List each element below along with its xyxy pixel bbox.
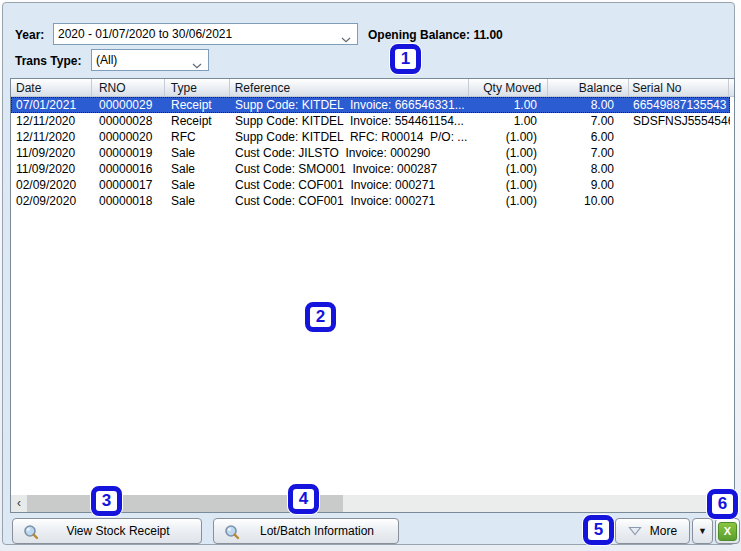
cell-serial-no xyxy=(630,177,730,193)
cell-date: 12/11/2020 xyxy=(11,113,92,129)
cell-type: Sale xyxy=(165,145,230,161)
cell-date: 11/09/2020 xyxy=(11,161,92,177)
table-row[interactable]: 02/09/202000000018SaleCust Code: COF001 … xyxy=(11,193,730,209)
cell-qty-moved: (1.00) xyxy=(470,129,549,145)
table-row[interactable]: 02/09/202000000017SaleCust Code: COF001 … xyxy=(11,177,730,193)
transactions-table: DateRNOTypeReferenceQty MovedBalanceSeri… xyxy=(10,78,735,513)
annotation-badge-4: 4 xyxy=(288,484,319,514)
cell-qty-moved: (1.00) xyxy=(470,193,549,209)
more-label: More xyxy=(650,524,677,538)
cell-reference: Cust Code: COF001 Invoice: 000271 xyxy=(230,177,470,193)
cell-balance: 10.00 xyxy=(549,193,630,209)
opening-balance-label: Opening Balance: xyxy=(368,28,470,42)
column-header-qty-moved[interactable]: Qty Moved xyxy=(469,79,548,96)
cell-rno: 00000018 xyxy=(92,193,165,209)
cell-qty-moved: (1.00) xyxy=(470,145,549,161)
table-header: DateRNOTypeReferenceQty MovedBalanceSeri… xyxy=(11,79,734,97)
cell-reference: Supp Code: KITDEL Invoice: 554461154... xyxy=(230,113,470,129)
cell-rno: 00000019 xyxy=(92,145,165,161)
cell-date: 02/09/2020 xyxy=(11,177,92,193)
cell-serial-no: 66549887135543 xyxy=(630,97,730,113)
year-dropdown-value: 2020 - 01/07/2020 to 30/06/2021 xyxy=(58,27,232,41)
cell-reference: Supp Code: KITDEL Invoice: 666546331... xyxy=(230,97,470,113)
cell-rno: 00000028 xyxy=(92,113,165,129)
cell-serial-no xyxy=(630,161,730,177)
view-stock-receipt-button[interactable]: View Stock Receipt xyxy=(12,518,202,544)
caret-down-icon: ▼ xyxy=(698,526,707,536)
cell-rno: 00000020 xyxy=(92,129,165,145)
cell-qty-moved: (1.00) xyxy=(470,177,549,193)
column-header-rno[interactable]: RNO xyxy=(92,79,165,96)
table-row[interactable]: 07/01/202100000029ReceiptSupp Code: KITD… xyxy=(11,97,730,113)
cell-type: Sale xyxy=(165,161,230,177)
column-header-balance[interactable]: Balance xyxy=(548,79,629,96)
column-header-filler xyxy=(729,79,734,96)
magnifier-icon xyxy=(224,524,240,543)
cell-qty-moved: 1.00 xyxy=(470,113,549,129)
cell-date: 07/01/2021 xyxy=(11,97,92,113)
scroll-left-button[interactable]: ‹ xyxy=(11,495,27,512)
annotation-badge-5: 5 xyxy=(583,515,614,545)
cell-balance: 8.00 xyxy=(549,97,630,113)
cell-type: Sale xyxy=(165,177,230,193)
cell-rno: 00000016 xyxy=(92,161,165,177)
lot-batch-information-button[interactable]: Lot/Batch Information xyxy=(213,518,399,544)
cell-qty-moved: (1.00) xyxy=(470,161,549,177)
annotation-badge-3: 3 xyxy=(91,486,122,516)
cell-date: 12/11/2020 xyxy=(11,129,92,145)
lot-batch-information-label: Lot/Batch Information xyxy=(260,524,374,538)
cell-rno: 00000017 xyxy=(92,177,165,193)
cell-reference: Cust Code: SMO001 Invoice: 000287 xyxy=(230,161,470,177)
cell-reference: Cust Code: JILSTO Invoice: 000290 xyxy=(230,145,470,161)
cell-type: RFC xyxy=(165,129,230,145)
trans-type-dropdown-value: (All) xyxy=(96,53,117,67)
cell-date: 11/09/2020 xyxy=(11,145,92,161)
annotation-badge-2: 2 xyxy=(305,302,336,332)
cell-balance: 7.00 xyxy=(549,145,630,161)
table-row[interactable]: 12/11/202000000020RFCSupp Code: KITDEL R… xyxy=(11,129,730,145)
cell-balance: 7.00 xyxy=(549,113,630,129)
excel-icon: X xyxy=(718,522,737,541)
year-label: Year: xyxy=(15,28,44,42)
chevron-down-icon xyxy=(341,32,351,46)
stock-transactions-panel: Year: 2020 - 01/07/2020 to 30/06/2021 Op… xyxy=(2,2,735,545)
trans-type-dropdown[interactable]: (All) xyxy=(91,49,209,71)
cell-balance: 6.00 xyxy=(549,129,630,145)
table-row[interactable]: 11/09/202000000016SaleCust Code: SMO001 … xyxy=(11,161,730,177)
magnifier-icon xyxy=(23,524,39,543)
trans-type-label: Trans Type: xyxy=(15,54,81,68)
cell-balance: 8.00 xyxy=(549,161,630,177)
year-dropdown[interactable]: 2020 - 01/07/2020 to 30/06/2021 xyxy=(53,23,358,45)
cell-serial-no xyxy=(630,193,730,209)
more-button[interactable]: More xyxy=(615,518,690,544)
cell-type: Sale xyxy=(165,193,230,209)
cell-reference: Supp Code: KITDEL RFC: R00014 P/O: ... xyxy=(230,129,470,145)
chevron-down-icon xyxy=(192,58,202,72)
column-header-reference[interactable]: Reference xyxy=(230,79,470,96)
annotation-badge-6: 6 xyxy=(707,489,738,519)
cell-serial-no xyxy=(630,129,730,145)
column-header-date[interactable]: Date xyxy=(11,79,92,96)
cell-type: Receipt xyxy=(165,97,230,113)
cell-serial-no: SDSFNSJ5554546 xyxy=(630,113,730,129)
cell-type: Receipt xyxy=(165,113,230,129)
cell-rno: 00000029 xyxy=(92,97,165,113)
export-excel-button[interactable]: X xyxy=(715,518,740,544)
view-stock-receipt-label: View Stock Receipt xyxy=(66,524,169,538)
column-header-serial-no[interactable]: Serial No xyxy=(629,79,729,96)
more-dropdown-button[interactable]: ▼ xyxy=(692,518,713,544)
annotation-badge-1: 1 xyxy=(390,44,421,74)
table-body: 07/01/202100000029ReceiptSupp Code: KITD… xyxy=(11,97,730,209)
table-row[interactable]: 12/11/202000000028ReceiptSupp Code: KITD… xyxy=(11,113,730,129)
cell-date: 02/09/2020 xyxy=(11,193,92,209)
cell-serial-no xyxy=(630,145,730,161)
cell-qty-moved: 1.00 xyxy=(470,97,549,113)
cell-reference: Cust Code: COF001 Invoice: 000271 xyxy=(230,193,470,209)
opening-balance: Opening Balance: 11.00 xyxy=(368,28,503,42)
cell-balance: 9.00 xyxy=(549,177,630,193)
opening-balance-value: 11.00 xyxy=(473,28,502,42)
table-row[interactable]: 11/09/202000000019SaleCust Code: JILSTO … xyxy=(11,145,730,161)
column-header-type[interactable]: Type xyxy=(165,79,230,96)
filter-triangle-icon xyxy=(628,525,642,539)
